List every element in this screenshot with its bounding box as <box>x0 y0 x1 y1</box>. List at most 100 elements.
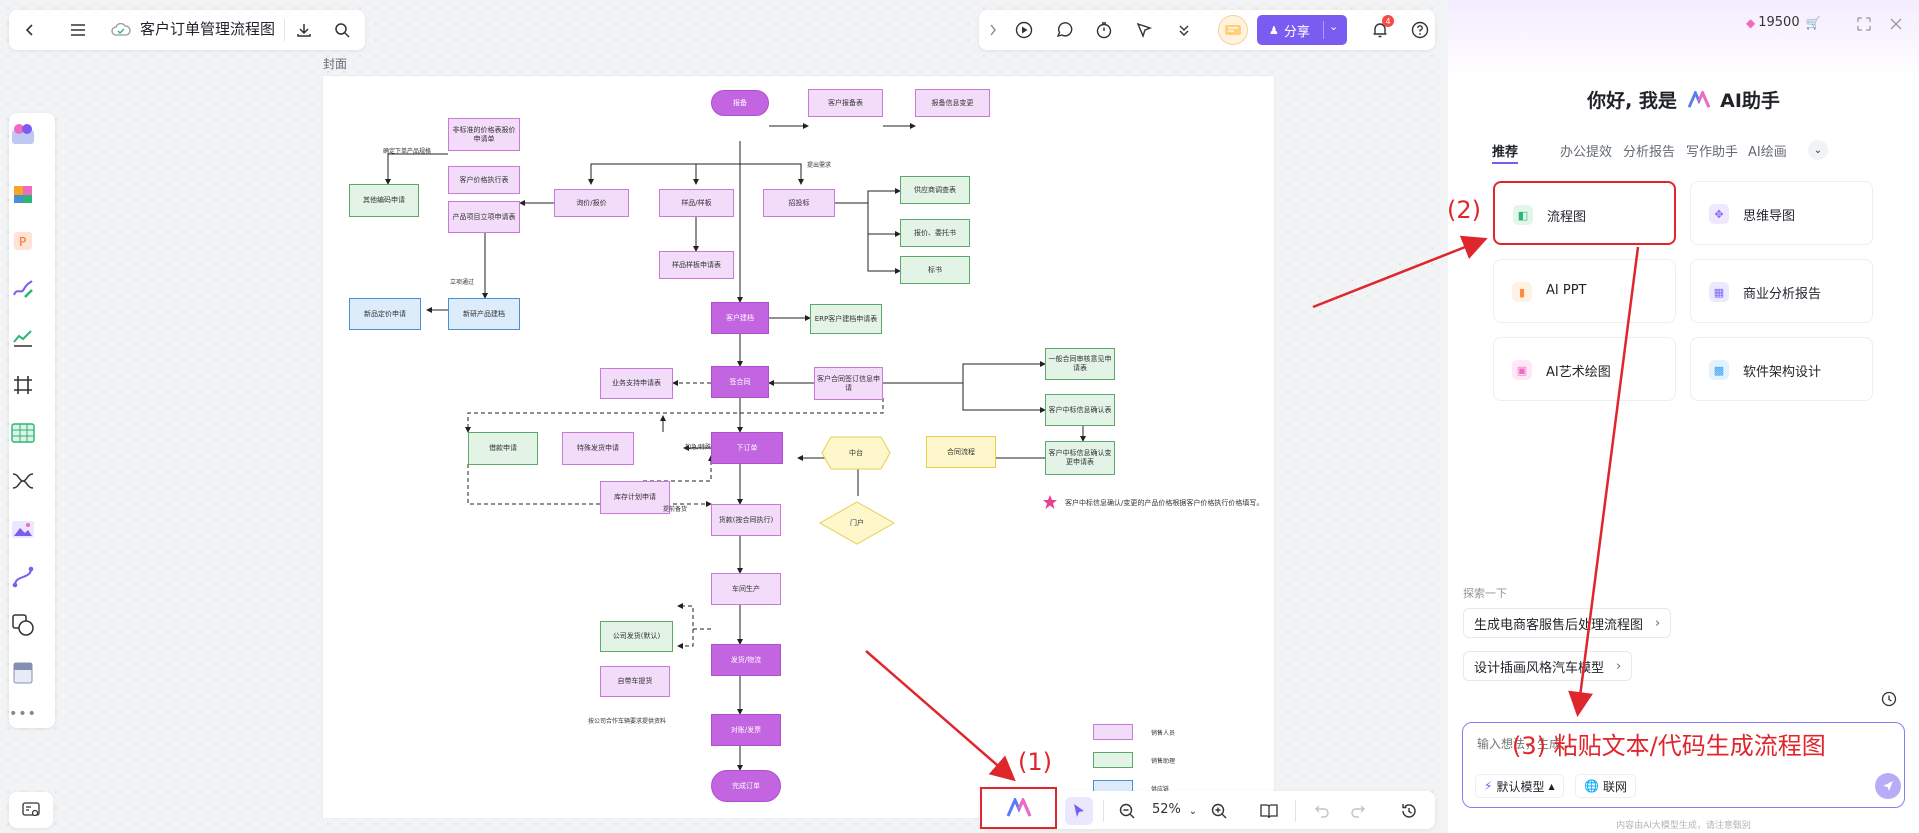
flow-node-payment[interactable]: 货款(按合同执行) <box>711 504 781 536</box>
book-view-icon[interactable] <box>1257 799 1281 823</box>
tab-analysis[interactable]: 分析报告 <box>1623 141 1675 160</box>
redo-icon[interactable] <box>1346 799 1370 823</box>
tab-recommend[interactable]: 推荐 <box>1492 141 1518 160</box>
flow-node-bidding[interactable]: 招投标 <box>763 189 835 217</box>
flow-node-company-shipping[interactable]: 公司发货(默认) <box>600 621 673 652</box>
feature-card-business-report[interactable]: ▦ 商业分析报告 <box>1690 259 1873 323</box>
cart-icon[interactable]: 🛒 <box>1806 16 1821 30</box>
flow-node-report-change[interactable]: 报备信息变更 <box>915 89 990 117</box>
web-search-toggle[interactable]: 🌐 联网 <box>1575 774 1636 798</box>
menu-icon[interactable] <box>66 18 90 42</box>
flow-node-sign-contract[interactable]: 签合同 <box>711 366 769 398</box>
flow-node-contract-review[interactable]: 一般合同审核意见申请表 <box>1045 348 1115 380</box>
flow-node-report[interactable]: 报备 <box>711 90 769 116</box>
flowchart-paper[interactable]: 报备 客户报备表 报备信息变更 非标准的价格表报价申请单 客户价格执行表 产品项… <box>323 76 1274 818</box>
flow-node-complete[interactable]: 完成订单 <box>711 770 781 802</box>
ai-assistant-button[interactable] <box>980 787 1057 829</box>
flow-node-customer-filing[interactable]: 客户建档 <box>711 302 769 334</box>
chevron-down-icon[interactable]: ⌄ <box>1329 20 1338 33</box>
more-tools-icon[interactable]: ••• <box>9 700 37 728</box>
flow-node-middle-office[interactable]: 中台 <box>821 436 891 470</box>
model-selector[interactable]: ⚡ 默认模型 ▲ <box>1475 774 1564 798</box>
flow-node-workshop[interactable]: 车间生产 <box>711 573 781 605</box>
frame-icon[interactable] <box>9 371 37 399</box>
flow-node-sample-application[interactable]: 样品样板申请表 <box>659 251 734 279</box>
flow-node-contract-flow[interactable]: 合同流程 <box>926 436 996 468</box>
history-icon[interactable] <box>1397 799 1421 823</box>
flow-node-bid-change[interactable]: 客户中标信息确认变更申请表 <box>1045 441 1115 475</box>
download-icon[interactable] <box>292 18 316 42</box>
flow-node-reconciliation[interactable]: 对账/发票 <box>711 714 781 746</box>
search-icon[interactable] <box>330 18 354 42</box>
flow-node-portal[interactable]: 门户 <box>819 501 895 545</box>
sticky-note-icon[interactable] <box>9 659 37 687</box>
flow-node-project-setup[interactable]: 产品项目立项申请表 <box>448 201 520 233</box>
fullscreen-icon[interactable] <box>1854 14 1874 34</box>
flow-node-erp-filing[interactable]: ERP客户建档申请表 <box>810 304 882 334</box>
document-title[interactable]: 客户订单管理流程图 <box>140 18 275 39</box>
ppt-tool-icon[interactable]: P <box>9 227 37 255</box>
flow-node-sample[interactable]: 样品/样板 <box>659 189 734 217</box>
help-icon[interactable] <box>1408 18 1432 42</box>
chart-tool-icon[interactable] <box>9 323 37 351</box>
present-icon[interactable] <box>1012 18 1036 42</box>
feature-card-flowchart[interactable]: ◧ 流程图 <box>1493 181 1676 245</box>
flow-node-business-support[interactable]: 业务支持申请表 <box>600 368 673 399</box>
flow-node-place-order[interactable]: 下订单 <box>711 432 783 464</box>
zoom-dropdown-icon[interactable]: ⌄ <box>1186 800 1200 822</box>
flow-node-shipping[interactable]: 发货/物流 <box>711 644 781 676</box>
flow-node-bid-confirm[interactable]: 客户中标信息确认表 <box>1045 394 1115 426</box>
feature-card-ai-ppt[interactable]: ▮ AI PPT <box>1493 259 1676 323</box>
flow-node-price-execution[interactable]: 客户价格执行表 <box>448 166 520 194</box>
template-icon[interactable] <box>9 120 37 148</box>
flow-node-nonstandard-quote[interactable]: 非标准的价格表报价申请单 <box>448 118 520 151</box>
flow-node-new-pricing[interactable]: 新品定价申请 <box>349 298 421 330</box>
close-icon[interactable] <box>1886 14 1906 34</box>
image-tool-icon[interactable] <box>9 515 37 543</box>
member-badge-icon[interactable] <box>1218 15 1248 45</box>
credits-badge[interactable]: ◆ 19500 🛒 <box>1746 15 1821 30</box>
zoom-level[interactable]: 52% <box>1152 802 1181 817</box>
undo-icon[interactable] <box>1310 799 1334 823</box>
flow-node-inquiry-quote[interactable]: 询价/报价 <box>554 189 629 217</box>
suggestion-chip-2[interactable]: 设计插画风格汽车模型 › <box>1463 651 1633 681</box>
expand-toolbar-icon[interactable] <box>985 19 1001 41</box>
suggestion-chip-1[interactable]: 生成电商客服售后处理流程图 › <box>1463 608 1672 638</box>
mindmap-tool-icon[interactable] <box>9 467 37 495</box>
flow-node-new-product-file[interactable]: 新研产品建档 <box>448 298 520 330</box>
laser-pointer-icon[interactable] <box>1132 18 1156 42</box>
flow-node-contract-info[interactable]: 客户合同签订信息申请 <box>814 367 883 400</box>
feature-card-ai-art[interactable]: ▣ AI艺术绘图 <box>1493 337 1676 401</box>
flow-node-supplier-survey[interactable]: 供应商调查表 <box>900 176 970 204</box>
send-icon[interactable] <box>1875 773 1901 799</box>
flow-node-self-pickup[interactable]: 自带车提货 <box>600 666 670 697</box>
connector-icon[interactable] <box>9 563 37 591</box>
zoom-in-icon[interactable] <box>1207 799 1231 823</box>
tabs-expand-icon[interactable]: ⌄ <box>1808 140 1828 160</box>
shape-tool-icon[interactable] <box>9 611 37 639</box>
zoom-out-icon[interactable] <box>1115 799 1139 823</box>
select-cursor-icon[interactable] <box>1065 797 1093 825</box>
feature-card-architecture[interactable]: ▩ 软件架构设计 <box>1690 337 1873 401</box>
clock-history-icon[interactable] <box>1880 690 1898 708</box>
flow-node-inventory-plan[interactable]: 库存计划申请 <box>600 481 670 514</box>
tab-office[interactable]: 办公提效 <box>1560 141 1612 160</box>
share-button[interactable]: ♟ 分享 ⌄ <box>1257 15 1347 45</box>
comment-icon[interactable] <box>1052 18 1076 42</box>
flow-node-other-coding[interactable]: 其他编码申请 <box>349 184 419 217</box>
flow-node-tender[interactable]: 标书 <box>900 256 970 284</box>
flow-node-customer-report-form[interactable]: 客户报备表 <box>808 89 883 117</box>
back-icon[interactable] <box>18 18 42 42</box>
tab-ai-painting[interactable]: AI绘画 <box>1748 141 1787 160</box>
flow-node-loan-application[interactable]: 借款申请 <box>468 432 538 465</box>
feature-card-mindmap[interactable]: ✥ 思维导图 <box>1690 181 1873 245</box>
shapes-library-icon[interactable] <box>9 180 37 208</box>
flow-node-special-shipment[interactable]: 特殊发货申请 <box>562 432 634 465</box>
timer-icon[interactable] <box>1092 18 1116 42</box>
flow-node-quote-authorization[interactable]: 报价、委托书 <box>900 219 970 247</box>
tab-writing[interactable]: 写作助手 <box>1686 141 1738 160</box>
pen-icon[interactable] <box>9 275 37 303</box>
minimap-icon[interactable] <box>20 800 42 820</box>
more-collapse-icon[interactable] <box>1172 18 1196 42</box>
table-icon[interactable] <box>9 419 37 447</box>
